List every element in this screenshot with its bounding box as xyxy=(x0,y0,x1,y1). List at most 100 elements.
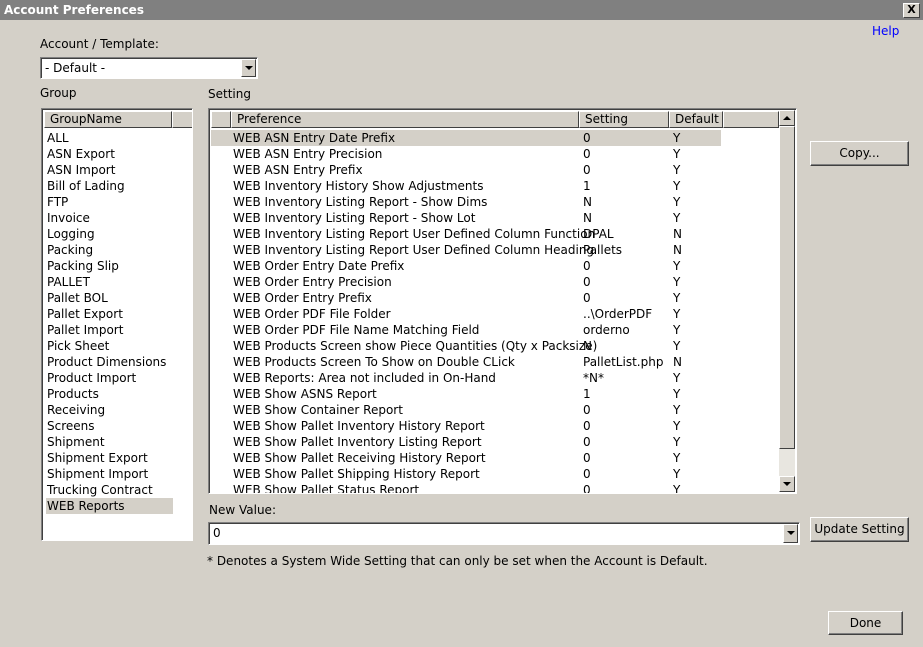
preference-cell: WEB Show ASNS Report xyxy=(233,387,377,401)
group-list-item[interactable]: Packing xyxy=(46,242,173,258)
table-row[interactable]: WEB Show Pallet Status Report 0 Y xyxy=(211,482,721,494)
group-list-item[interactable]: Bill of Lading xyxy=(46,178,173,194)
setting-cell: 1 xyxy=(583,387,591,401)
update-setting-button[interactable]: Update Setting xyxy=(810,517,909,542)
close-button[interactable]: X xyxy=(903,3,920,18)
table-row[interactable]: WEB Products Screen show Piece Quantitie… xyxy=(211,338,721,354)
default-cell: N xyxy=(673,243,682,257)
group-list-item[interactable]: Pallet Import xyxy=(46,322,173,338)
help-link[interactable]: Help xyxy=(872,24,899,38)
group-list-item[interactable]: Screens xyxy=(46,418,173,434)
group-list-item[interactable]: Product Import xyxy=(46,370,173,386)
chevron-down-icon[interactable] xyxy=(783,524,798,543)
new-value-select[interactable]: 0 xyxy=(208,522,800,545)
table-row[interactable]: WEB Inventory Listing Report User Define… xyxy=(211,242,721,258)
setting-cell: PalletList.php xyxy=(583,355,664,369)
default-cell: Y xyxy=(673,195,681,209)
copy-button[interactable]: Copy... xyxy=(810,141,909,166)
table-row[interactable]: WEB ASN Entry Prefix 0 Y xyxy=(211,162,721,178)
group-list-item[interactable]: Pallet Export xyxy=(46,306,173,322)
table-row[interactable]: WEB ASN Entry Precision 0 Y xyxy=(211,146,721,162)
group-list-item[interactable]: Product Dimensions xyxy=(46,354,173,370)
table-row[interactable]: WEB Products Screen To Show on Double CL… xyxy=(211,354,721,370)
chevron-down-icon[interactable] xyxy=(241,59,256,77)
group-list-item[interactable]: Receiving xyxy=(46,402,173,418)
table-row[interactable]: WEB Order Entry Prefix 0 Y xyxy=(211,290,721,306)
preferences-table[interactable]: Preference Setting Default WEB ASN Entry… xyxy=(208,108,797,494)
group-name-header[interactable]: GroupName xyxy=(44,111,172,128)
default-cell: Y xyxy=(673,371,681,385)
table-row[interactable]: WEB Show Pallet Shipping History Report 0… xyxy=(211,466,721,482)
setting-cell: DPAL xyxy=(583,227,614,241)
group-list-item[interactable]: WEB Reports xyxy=(46,498,173,514)
group-list-item[interactable]: Packing Slip xyxy=(46,258,173,274)
table-row[interactable]: WEB Order PDF File Folder ..\OrderPDF Y xyxy=(211,306,721,322)
setting-column-header[interactable]: Setting xyxy=(579,111,669,128)
default-cell: Y xyxy=(673,163,681,177)
setting-cell: N xyxy=(583,339,592,353)
group-list[interactable]: GroupName ALL ASN Export ASN Import Bill of… xyxy=(41,108,193,541)
table-row[interactable]: WEB Show ASNS Report 1 Y xyxy=(211,386,721,402)
scroll-down-arrow-icon[interactable] xyxy=(779,476,795,492)
preference-cell: WEB Inventory Listing Report - Show Lot xyxy=(233,211,476,225)
default-cell: Y xyxy=(673,387,681,401)
default-cell: Y xyxy=(673,131,681,145)
window-title: Account Preferences xyxy=(4,3,144,17)
group-list-item[interactable]: Pallet BOL xyxy=(46,290,173,306)
default-column-header[interactable]: Default xyxy=(669,111,723,128)
table-row[interactable]: WEB Order Entry Precision 0 Y xyxy=(211,274,721,290)
table-row[interactable]: WEB Show Pallet Inventory History Report… xyxy=(211,418,721,434)
setting-cell: 0 xyxy=(583,291,591,305)
setting-cell: 0 xyxy=(583,403,591,417)
scroll-up-arrow-icon[interactable] xyxy=(779,110,795,126)
vertical-scrollbar[interactable] xyxy=(779,110,795,492)
group-list-item[interactable]: ASN Import xyxy=(46,162,173,178)
preference-cell: WEB Show Pallet Status Report xyxy=(233,483,420,494)
preference-cell: WEB Inventory Listing Report User Define… xyxy=(233,243,595,257)
preference-cell: WEB Show Container Report xyxy=(233,403,403,417)
preference-cell: WEB Inventory Listing Report User Define… xyxy=(233,227,596,241)
preference-cell: WEB Show Pallet Inventory History Report xyxy=(233,419,485,433)
scrollbar-thumb[interactable] xyxy=(779,126,795,449)
setting-cell: 0 xyxy=(583,435,591,449)
preference-cell: WEB Show Pallet Shipping History Report xyxy=(233,467,480,481)
group-list-item[interactable]: Shipment xyxy=(46,434,173,450)
preference-cell: WEB Order Entry Precision xyxy=(233,275,392,289)
group-list-item[interactable]: Invoice xyxy=(46,210,173,226)
table-row[interactable]: WEB Inventory Listing Report - Show Dims… xyxy=(211,194,721,210)
group-list-item[interactable]: ASN Export xyxy=(46,146,173,162)
group-list-item[interactable]: Products xyxy=(46,386,173,402)
footnote: * Denotes a System Wide Setting that can… xyxy=(207,554,708,568)
table-row[interactable]: WEB Inventory Listing Report User Define… xyxy=(211,226,721,242)
setting-cell: 0 xyxy=(583,163,591,177)
preference-column-header[interactable]: Preference xyxy=(231,111,579,128)
row-selector-header xyxy=(211,111,231,128)
table-row[interactable]: WEB Show Container Report 0 Y xyxy=(211,402,721,418)
table-row[interactable]: WEB ASN Entry Date Prefix 0 Y xyxy=(211,130,721,146)
table-row[interactable]: WEB Order PDF File Name Matching Field or… xyxy=(211,322,721,338)
preference-cell: WEB Reports: Area not included in On-Han… xyxy=(233,371,496,385)
table-row[interactable]: WEB Inventory History Show Adjustments 1 Y xyxy=(211,178,721,194)
preference-cell: WEB Inventory Listing Report - Show Dims xyxy=(233,195,488,209)
done-button[interactable]: Done xyxy=(828,611,903,635)
table-row[interactable]: WEB Show Pallet Receiving History Report… xyxy=(211,450,721,466)
table-row[interactable]: WEB Show Pallet Inventory Listing Report… xyxy=(211,434,721,450)
setting-cell: 0 xyxy=(583,483,591,494)
table-row[interactable]: WEB Order Entry Date Prefix 0 Y xyxy=(211,258,721,274)
group-list-item[interactable]: FTP xyxy=(46,194,173,210)
preference-cell: WEB Products Screen To Show on Double CL… xyxy=(233,355,515,369)
default-cell: Y xyxy=(673,275,681,289)
group-list-item[interactable]: ALL xyxy=(46,130,173,146)
group-list-item[interactable]: Pick Sheet xyxy=(46,338,173,354)
group-list-item[interactable]: Logging xyxy=(46,226,173,242)
default-cell: Y xyxy=(673,339,681,353)
group-list-item[interactable]: PALLET xyxy=(46,274,173,290)
default-cell: Y xyxy=(673,323,681,337)
account-template-select[interactable]: - Default - xyxy=(40,57,258,79)
group-list-item[interactable]: Shipment Import xyxy=(46,466,173,482)
table-row[interactable]: WEB Inventory Listing Report - Show Lot N… xyxy=(211,210,721,226)
table-row[interactable]: WEB Reports: Area not included in On-Han… xyxy=(211,370,721,386)
default-cell: Y xyxy=(673,435,681,449)
group-list-item[interactable]: Trucking Contract xyxy=(46,482,173,498)
group-list-item[interactable]: Shipment Export xyxy=(46,450,173,466)
